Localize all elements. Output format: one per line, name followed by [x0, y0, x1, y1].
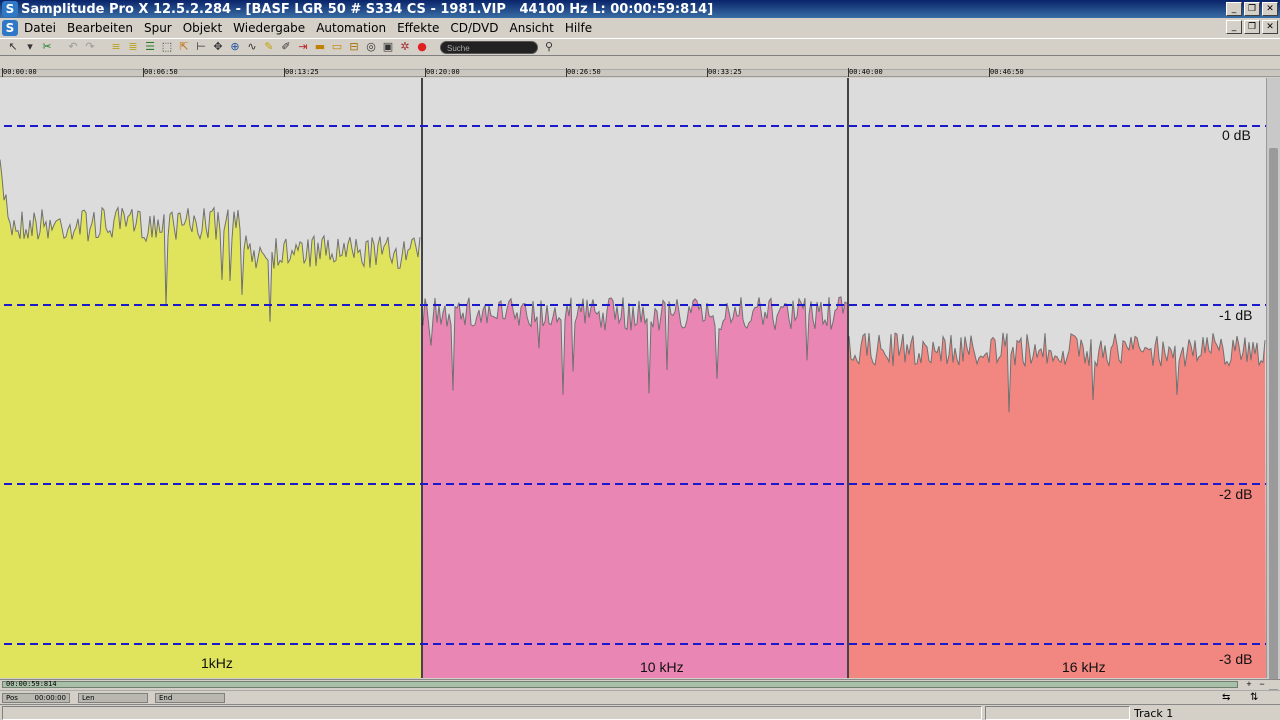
db-label: -2 dB	[1219, 486, 1253, 502]
dropdown-arrow-icon[interactable]: ▾	[23, 40, 37, 54]
ruler-label: 00:13:25	[285, 68, 319, 76]
status-panel	[2, 706, 982, 720]
window-controls: _ ❐ ✕	[1226, 2, 1278, 16]
fade-tool-icon[interactable]: ⊟	[347, 40, 361, 54]
ruler-label: 00:06:50	[144, 68, 178, 76]
doc-restore-button[interactable]: ❐	[1244, 20, 1260, 34]
ruler-bar	[0, 69, 1280, 76]
erase-tool-icon[interactable]: ✐	[279, 40, 293, 54]
waveform-display[interactable]	[0, 78, 1266, 678]
curve-tool-icon[interactable]: ∿	[245, 40, 259, 54]
ruler-label: 00:00:00	[3, 68, 37, 76]
menu-cd-dvd[interactable]: CD/DVD	[450, 21, 498, 35]
search-icon[interactable]: ⚲	[542, 40, 556, 54]
menu-hilfe[interactable]: Hilfe	[565, 21, 592, 35]
ruler-label: 00:40:00	[849, 68, 883, 76]
vertical-arrows-icon[interactable]: ⇅	[1250, 692, 1258, 703]
end-field[interactable]: End	[155, 693, 225, 703]
pos-label: Pos	[6, 694, 18, 702]
swap-arrows-icon[interactable]: ⇆	[1222, 692, 1230, 703]
vertical-scrollbar[interactable]	[1266, 78, 1280, 720]
position-bar: Pos 00:00:00 Len End ⇆ ⇅	[0, 690, 1280, 704]
scroll-position-text: 00:00:59:814	[6, 680, 57, 688]
doc-minimize-button[interactable]: _	[1226, 20, 1242, 34]
time-ruler[interactable]: 00:00:00 00:06:50 00:13:25 00:20:00 00:2…	[0, 58, 1280, 77]
db-label: -3 dB	[1219, 651, 1253, 667]
track-list-alt-icon[interactable]: ≣	[126, 40, 140, 54]
zoom-tool-icon[interactable]: ⊕	[228, 40, 242, 54]
select-tool-icon[interactable]: ⬚	[160, 40, 174, 54]
restore-button[interactable]: ❐	[1244, 2, 1260, 16]
redo-icon[interactable]: ↷	[83, 40, 97, 54]
app-window: S Samplitude Pro X 12.5.2.284 - [BASF LG…	[0, 0, 1280, 720]
close-button[interactable]: ✕	[1262, 2, 1278, 16]
waveform-fill-0[interactable]	[0, 159, 421, 679]
loop-icon[interactable]: ◎	[364, 40, 378, 54]
waveform-fill-2[interactable]	[849, 332, 1266, 678]
range-tool-icon[interactable]: ⇱	[177, 40, 191, 54]
track-name: Track 1	[1134, 707, 1174, 720]
minimize-button[interactable]: _	[1226, 2, 1242, 16]
ruler-label: 00:33:25	[708, 68, 742, 76]
db-label: -1 dB	[1219, 307, 1253, 323]
track-list-icon[interactable]: ≡	[109, 40, 123, 54]
horizontal-scroll-thumb[interactable]: 00:00:59:814	[2, 680, 1238, 688]
zoom-out-icon[interactable]: −	[1257, 680, 1267, 689]
menu-ansicht[interactable]: Ansicht	[510, 21, 554, 35]
waveform-workspace[interactable]: 0 dB -1 dB -2 dB -3 dB 1kHz 10 kHz 16 kH…	[0, 78, 1266, 678]
menu-datei[interactable]: Datei	[24, 21, 56, 35]
pointer-icon[interactable]: ↖	[6, 40, 20, 54]
pos-value: 00:00:00	[34, 694, 66, 702]
document-window-controls: _ ❐ ✕	[1226, 20, 1278, 34]
toolbar-separator	[57, 40, 63, 54]
menu-automation[interactable]: Automation	[316, 21, 386, 35]
status-bar: Track 1	[0, 704, 1280, 720]
ruler-label: 00:26:50	[567, 68, 601, 76]
settings-gear-icon[interactable]: ✲	[398, 40, 412, 54]
end-label: End	[159, 694, 173, 702]
horizontal-scrollbar[interactable]: 00:00:59:814 + −	[0, 679, 1280, 689]
segment-label-16khz: 16 kHz	[1062, 659, 1106, 675]
search-input[interactable]: Suche	[440, 40, 538, 54]
mixer-icon[interactable]: ☰	[143, 40, 157, 54]
record-icon[interactable]: ●	[415, 40, 429, 54]
ruler-label: 00:20:00	[426, 68, 460, 76]
menu-wiedergabe[interactable]: Wiedergabe	[233, 21, 305, 35]
app-icon: S	[2, 1, 18, 17]
scrub-tool-icon[interactable]: ✥	[211, 40, 225, 54]
segment-label-10khz: 10 kHz	[640, 659, 684, 675]
zoom-in-icon[interactable]: +	[1244, 680, 1254, 689]
pencil-tool-icon[interactable]: ✎	[262, 40, 276, 54]
len-label: Len	[82, 694, 95, 702]
menu-effekte[interactable]: Effekte	[397, 21, 439, 35]
marker-tool-icon[interactable]: ⇥	[296, 40, 310, 54]
pos-field[interactable]: Pos 00:00:00	[2, 693, 70, 703]
volume-tool-icon[interactable]: ▬	[313, 40, 327, 54]
len-field[interactable]: Len	[78, 693, 148, 703]
menu-spur[interactable]: Spur	[144, 21, 172, 35]
segment-label-1khz: 1kHz	[201, 655, 233, 671]
document-icon[interactable]: S	[2, 19, 18, 36]
vertical-scroll-thumb[interactable]	[1269, 148, 1278, 720]
waveform-fill-1[interactable]	[423, 297, 847, 678]
monitor-icon[interactable]: ▣	[381, 40, 395, 54]
ruler-label: 00:46:50	[990, 68, 1024, 76]
window-title: Samplitude Pro X 12.5.2.284 - [BASF LGR …	[21, 1, 714, 17]
undo-icon[interactable]: ↶	[66, 40, 80, 54]
menu-bearbeiten[interactable]: Bearbeiten	[67, 21, 133, 35]
toolbar-separator	[100, 40, 106, 54]
cut-icon[interactable]: ✂	[40, 40, 54, 54]
cut-tool-icon[interactable]: ⊢	[194, 40, 208, 54]
db-label: 0 dB	[1222, 127, 1251, 143]
menu-objekt[interactable]: Objekt	[183, 21, 222, 35]
toolbar: ↖ ▾ ✂ ↶ ↷ ≡ ≣ ☰ ⬚ ⇱ ⊢ ✥ ⊕ ∿ ✎ ✐ ⇥ ▬ ▭ ⊟ …	[0, 38, 1280, 56]
doc-close-button[interactable]: ✕	[1262, 20, 1278, 34]
pan-tool-icon[interactable]: ▭	[330, 40, 344, 54]
title-bar: S Samplitude Pro X 12.5.2.284 - [BASF LG…	[0, 0, 1280, 18]
menu-bar: S Datei Bearbeiten Spur Objekt Wiedergab…	[0, 18, 1280, 37]
status-panel	[985, 706, 1130, 720]
